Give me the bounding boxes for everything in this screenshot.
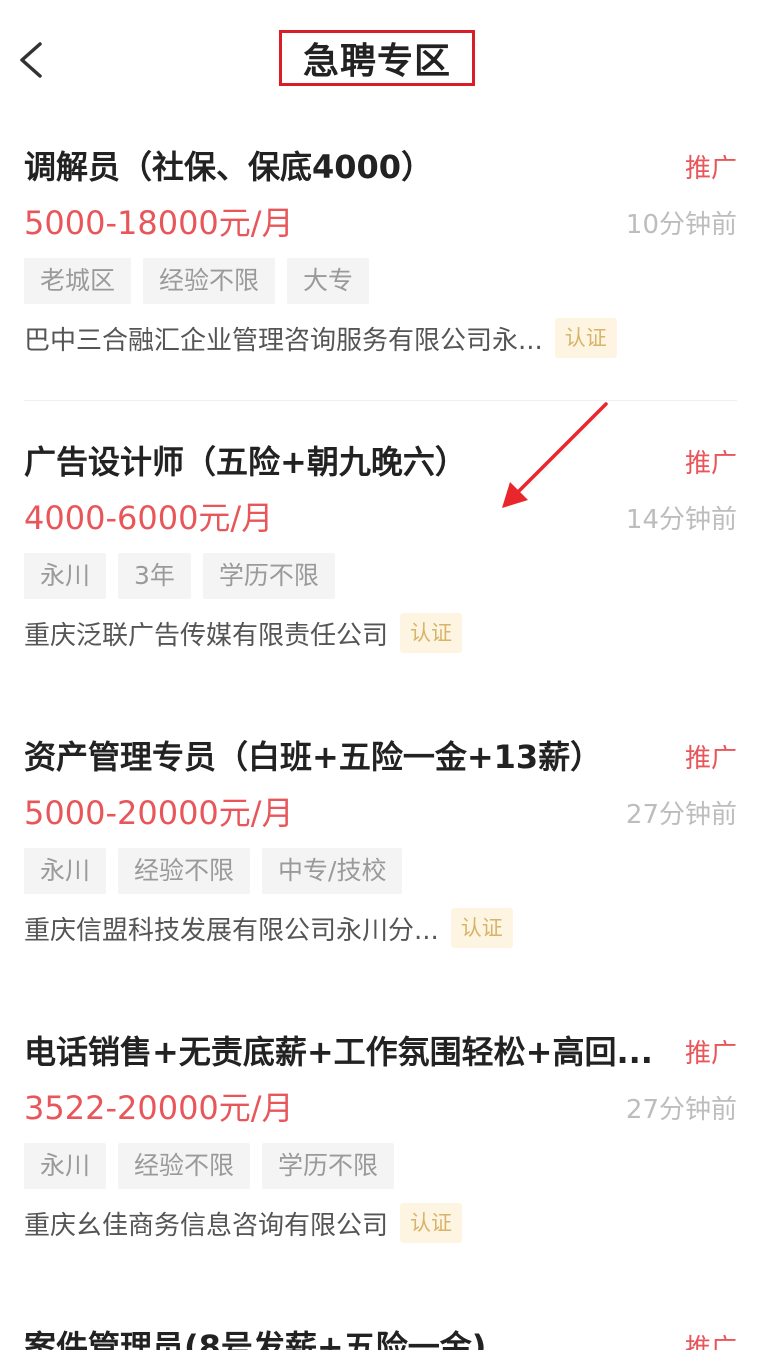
tag-education: 学历不限	[202, 553, 335, 599]
salary: 3522-20000元/月	[24, 1089, 294, 1127]
company-row: 重庆信盟科技发展有限公司永川分... 认证	[24, 908, 513, 948]
company-name: 巴中三合融汇企业管理咨询服务有限公司永...	[24, 325, 543, 356]
job-card[interactable]: 案件管理员(8号发薪+五险一金) 推广	[0, 1300, 765, 1350]
salary: 5000-20000元/月	[24, 794, 294, 832]
company-row: 重庆泛联广告传媒有限责任公司 认证	[24, 613, 463, 653]
tag-location: 老城区	[24, 258, 132, 304]
tag-location: 永川	[24, 1143, 107, 1189]
tag-experience: 3年	[118, 553, 191, 599]
verified-badge: 认证	[554, 318, 617, 358]
post-time: 27分钟前	[625, 1095, 737, 1125]
verified-badge: 认证	[400, 613, 463, 653]
job-card[interactable]: 资产管理专员（白班+五险一金+13薪） 推广 5000-20000元/月 27分…	[0, 710, 765, 1005]
tag-list: 永川 经验不限 学历不限	[24, 1143, 406, 1189]
tag-experience: 经验不限	[143, 258, 276, 304]
promo-label: 推广	[684, 744, 737, 774]
job-title: 资产管理专员（白班+五险一金+13薪）	[24, 738, 603, 776]
company-name: 重庆幺佳商务信息咨询有限公司	[24, 1210, 389, 1241]
promo-label: 推广	[684, 449, 737, 479]
promo-label: 推广	[684, 1334, 737, 1350]
title-highlight-box: 急聘专区	[279, 30, 475, 86]
promo-label: 推广	[684, 154, 737, 184]
tag-list: 永川 经验不限 中专/技校	[24, 848, 414, 894]
tag-education: 学历不限	[262, 1143, 395, 1189]
salary: 4000-6000元/月	[24, 499, 274, 537]
chevron-left-icon[interactable]	[14, 40, 50, 80]
post-time: 14分钟前	[625, 505, 737, 535]
tag-experience: 经验不限	[118, 1143, 251, 1189]
company-name: 重庆信盟科技发展有限公司永川分...	[24, 915, 439, 946]
job-title: 电话销售+无责底薪+工作氛围轻松+高回...	[24, 1033, 653, 1071]
verified-badge: 认证	[450, 908, 513, 948]
promo-label: 推广	[684, 1039, 737, 1069]
post-time: 27分钟前	[625, 800, 737, 830]
header: 急聘专区	[0, 0, 765, 120]
job-card[interactable]: 电话销售+无责底薪+工作氛围轻松+高回... 推广 3522-20000元/月 …	[0, 1005, 765, 1300]
job-card[interactable]: 调解员（社保、保底4000） 推广 5000-18000元/月 10分钟前 老城…	[0, 120, 765, 415]
company-row: 巴中三合融汇企业管理咨询服务有限公司永... 认证	[24, 318, 617, 358]
tag-location: 永川	[24, 848, 107, 894]
salary: 5000-18000元/月	[24, 204, 294, 242]
red-arrow-annotation	[502, 402, 608, 508]
tag-education: 大专	[287, 258, 370, 304]
post-time: 10分钟前	[625, 210, 737, 240]
page-title: 急聘专区	[302, 41, 451, 82]
tag-education: 中专/技校	[262, 848, 403, 894]
verified-badge: 认证	[400, 1203, 463, 1243]
job-title: 调解员（社保、保底4000）	[24, 148, 434, 186]
tag-experience: 经验不限	[118, 848, 251, 894]
tag-list: 永川 3年 学历不限	[24, 553, 347, 599]
job-title: 案件管理员(8号发薪+五险一金)	[24, 1328, 487, 1350]
tag-location: 永川	[24, 553, 107, 599]
company-row: 重庆幺佳商务信息咨询有限公司 认证	[24, 1203, 463, 1243]
company-name: 重庆泛联广告传媒有限责任公司	[24, 620, 389, 651]
divider	[24, 400, 737, 401]
job-card[interactable]: 广告设计师（五险+朝九晚六） 推广 4000-6000元/月 14分钟前 永川 …	[0, 415, 765, 710]
tag-list: 老城区 经验不限 大专	[24, 258, 381, 304]
